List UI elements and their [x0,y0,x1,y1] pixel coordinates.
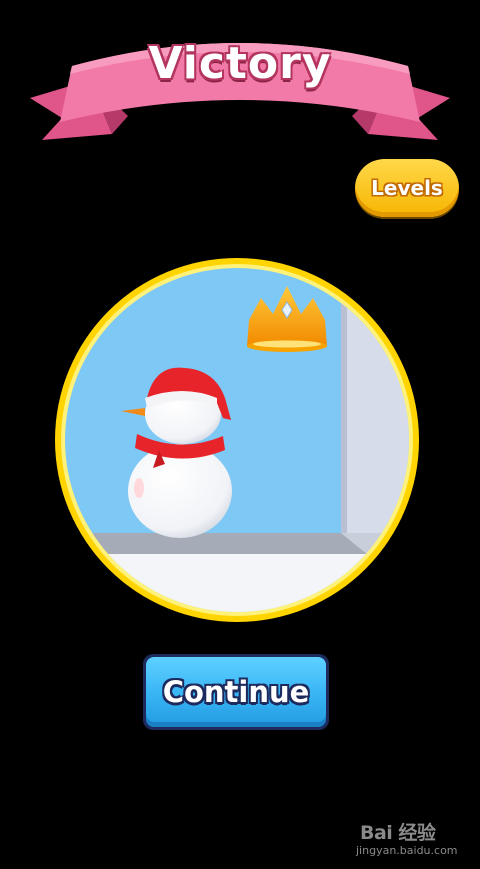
levels-button[interactable]: Levels [355,159,459,217]
levels-button-label: Levels [371,176,443,200]
continue-button-face: Continue [146,657,326,727]
victory-banner: Victory [28,30,452,150]
watermark-url: jingyan.baidu.com [356,844,458,857]
continue-button[interactable]: Continue [143,654,329,730]
watermark-brand: Bai 经验 [360,822,436,844]
continue-button-label: Continue [162,675,310,709]
watermark: Bai 经验 jingyan.baidu.com [352,818,462,862]
victory-title: Victory [148,38,332,89]
victory-scene [55,258,419,622]
